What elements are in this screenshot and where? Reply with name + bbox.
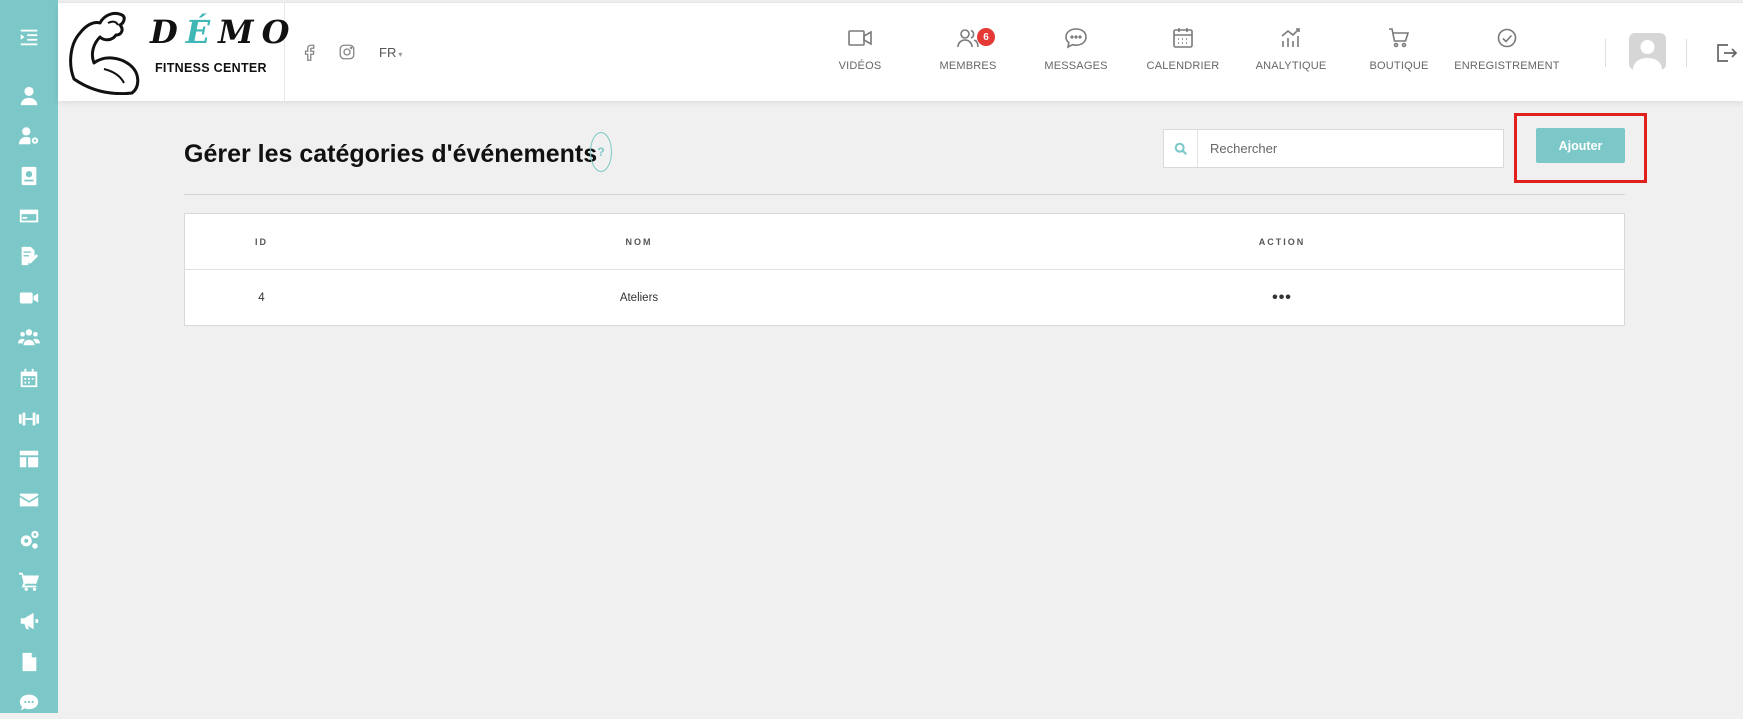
language-selector[interactable]: FR ▾ (379, 45, 402, 60)
top-header: DÉMO FITNESS CENTER FR ▾ VIDÉOS 6 MEMBRES… (58, 2, 1743, 101)
nav-videos[interactable]: VIDÉOS (805, 25, 915, 85)
search-input[interactable] (1198, 130, 1503, 167)
help-button[interactable]: ? (590, 132, 612, 172)
facebook-icon[interactable] (301, 3, 319, 101)
file-edit-icon[interactable] (0, 239, 58, 273)
column-header-action: ACTION (940, 213, 1625, 270)
menu-toggle-icon[interactable] (0, 20, 58, 54)
nav-label: MEMBRES (939, 60, 997, 72)
analytics-icon (1281, 28, 1300, 47)
dumbbell-icon[interactable] (0, 402, 58, 436)
table-header-row: ID NOM ACTION (184, 213, 1625, 270)
instagram-icon[interactable] (338, 3, 356, 101)
column-header-nom[interactable]: NOM (338, 213, 940, 270)
calendar-icon[interactable] (0, 361, 58, 395)
column-header-id[interactable]: ID (184, 213, 338, 270)
check-circle-icon (1497, 28, 1517, 48)
cart-icon[interactable] (0, 564, 58, 598)
nav-messages[interactable]: MESSAGES (1021, 25, 1131, 85)
page-title: Gérer les catégories d'événements (184, 140, 598, 168)
more-actions-icon[interactable]: ••• (1272, 289, 1292, 306)
cell-nom: Ateliers (619, 291, 659, 304)
flexed-arm-logo-icon (69, 11, 140, 95)
search-icon[interactable] (1164, 130, 1198, 167)
wallet-icon[interactable] (0, 159, 58, 193)
cogs-icon[interactable] (0, 523, 58, 557)
nav-analytique[interactable]: ANALYTIQUE (1236, 25, 1346, 85)
video-icon (848, 30, 872, 46)
nav-enregistrement[interactable]: ENREGISTREMENT (1452, 25, 1562, 85)
video-icon[interactable] (0, 281, 58, 315)
divider (184, 194, 1625, 195)
header-divider (1686, 39, 1687, 67)
nav-label: VIDÉOS (838, 60, 882, 72)
logo-wordmark: DÉMO (150, 13, 298, 51)
nav-label: MESSAGES (1044, 60, 1108, 72)
nav-membres[interactable]: 6 MEMBRES (913, 25, 1023, 85)
envelope-icon[interactable] (0, 483, 58, 517)
chat-icon[interactable] (0, 685, 58, 719)
cell-id: 4 (258, 291, 265, 304)
add-button[interactable]: Ajouter (1536, 128, 1625, 163)
users-icon[interactable] (0, 320, 58, 354)
logout-icon[interactable] (1714, 41, 1738, 70)
nav-label: CALENDRIER (1146, 60, 1220, 72)
table-row[interactable]: 4 Ateliers ••• (185, 270, 1625, 326)
nav-label: ENREGISTREMENT (1454, 60, 1560, 72)
search-box (1163, 129, 1504, 168)
user-cog-icon[interactable] (0, 119, 58, 153)
nav-label: BOUTIQUE (1369, 60, 1429, 72)
sidebar (0, 0, 58, 713)
layout-icon[interactable] (0, 442, 58, 476)
credit-card-icon[interactable] (0, 199, 58, 233)
user-avatar-icon (1633, 40, 1662, 70)
nav-label: ANALYTIQUE (1255, 60, 1327, 72)
calendar-icon (1173, 28, 1193, 48)
chevron-down-icon: ▾ (398, 50, 403, 59)
logo[interactable]: DÉMO FITNESS CENTER (58, 3, 289, 101)
messages-icon (1065, 28, 1087, 49)
file-icon[interactable] (0, 645, 58, 679)
cart-icon (1389, 28, 1410, 48)
user-icon[interactable] (0, 79, 58, 113)
nav-boutique[interactable]: BOUTIQUE (1344, 25, 1454, 85)
avatar[interactable] (1629, 33, 1666, 70)
nav-calendrier[interactable]: CALENDRIER (1128, 25, 1238, 85)
header-divider (1605, 39, 1606, 67)
categories-table: ID NOM ACTION 4 Ateliers ••• (184, 213, 1625, 326)
notification-badge: 6 (977, 28, 995, 46)
logo-subtitle: FITNESS CENTER (155, 61, 267, 75)
megaphone-icon[interactable] (0, 604, 58, 638)
